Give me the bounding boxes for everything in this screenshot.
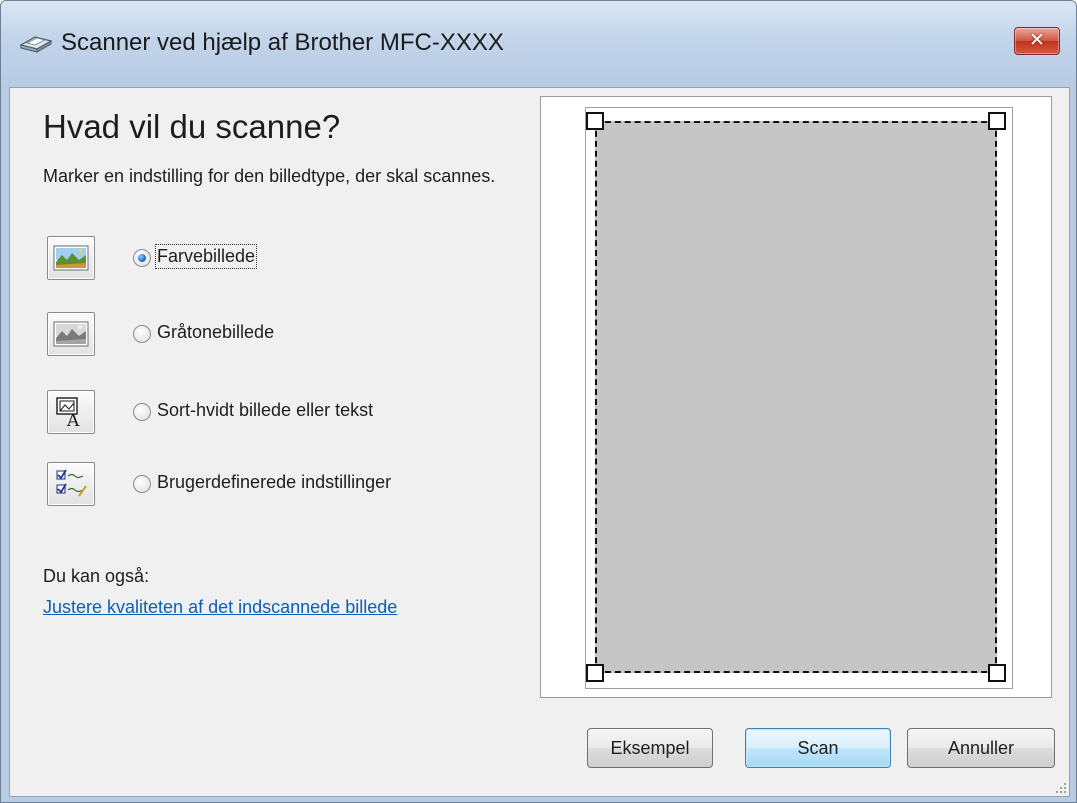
crop-handle-bottom-right[interactable]	[988, 664, 1006, 682]
radio-custom-settings[interactable]	[133, 475, 151, 493]
black-white-text-icon: A	[56, 397, 80, 428]
resize-grip-icon[interactable]	[1053, 780, 1067, 794]
page-title: Hvad vil du scanne?	[43, 108, 341, 145]
scan-area-selection[interactable]	[595, 121, 997, 673]
preview-button[interactable]: Eksempel	[587, 728, 713, 768]
also-label: Du kan også:	[43, 566, 150, 586]
option-label-custom[interactable]: Brugerdefinerede indstillinger	[157, 472, 391, 493]
scanner-icon	[19, 31, 53, 55]
svg-text:A: A	[66, 411, 80, 428]
instruction-text: Marker en indstilling for den billedtype…	[43, 166, 496, 186]
scan-button-label: Scan	[797, 738, 839, 758]
crop-handle-top-right[interactable]	[988, 112, 1006, 130]
grayscale-picture-button[interactable]	[47, 312, 95, 356]
option-label-grayscale[interactable]: Gråtonebillede	[157, 322, 274, 343]
radio-black-white[interactable]	[133, 403, 151, 421]
custom-settings-button[interactable]	[47, 462, 95, 506]
color-picture-icon	[53, 245, 89, 271]
close-icon: ✕	[1029, 29, 1045, 51]
color-picture-button[interactable]	[47, 236, 95, 280]
radio-grayscale-picture[interactable]	[133, 325, 151, 343]
close-button[interactable]: ✕	[1014, 27, 1060, 55]
cancel-button-label: Annuller	[947, 738, 1015, 758]
crop-handle-bottom-left[interactable]	[586, 664, 604, 682]
crop-handle-top-left[interactable]	[586, 112, 604, 130]
cancel-button[interactable]: Annuller	[907, 728, 1055, 768]
grayscale-picture-icon	[53, 321, 89, 347]
black-white-button[interactable]: A	[47, 390, 95, 434]
radio-color-picture[interactable]	[133, 249, 151, 267]
adjust-quality-link[interactable]: Justere kvaliteten af det indscannede bi…	[43, 597, 397, 618]
dialog-body: Hvad vil du scanne? Marker en indstillin…	[9, 87, 1070, 797]
custom-settings-icon	[56, 469, 87, 497]
window-title: Scanner ved hjælp af Brother MFC-XXXX	[61, 29, 504, 56]
scan-preview-pane	[540, 96, 1052, 698]
scanner-dialog: Scanner ved hjælp af Brother MFC-XXXX ✕ …	[0, 0, 1077, 803]
preview-button-label: Eksempel	[610, 738, 690, 758]
title-bar[interactable]: Scanner ved hjælp af Brother MFC-XXXX ✕	[1, 1, 1076, 87]
option-label-color[interactable]: Farvebillede	[154, 244, 258, 269]
scan-button[interactable]: Scan	[745, 728, 891, 768]
option-label-black-white[interactable]: Sort-hvidt billede eller tekst	[157, 400, 373, 421]
